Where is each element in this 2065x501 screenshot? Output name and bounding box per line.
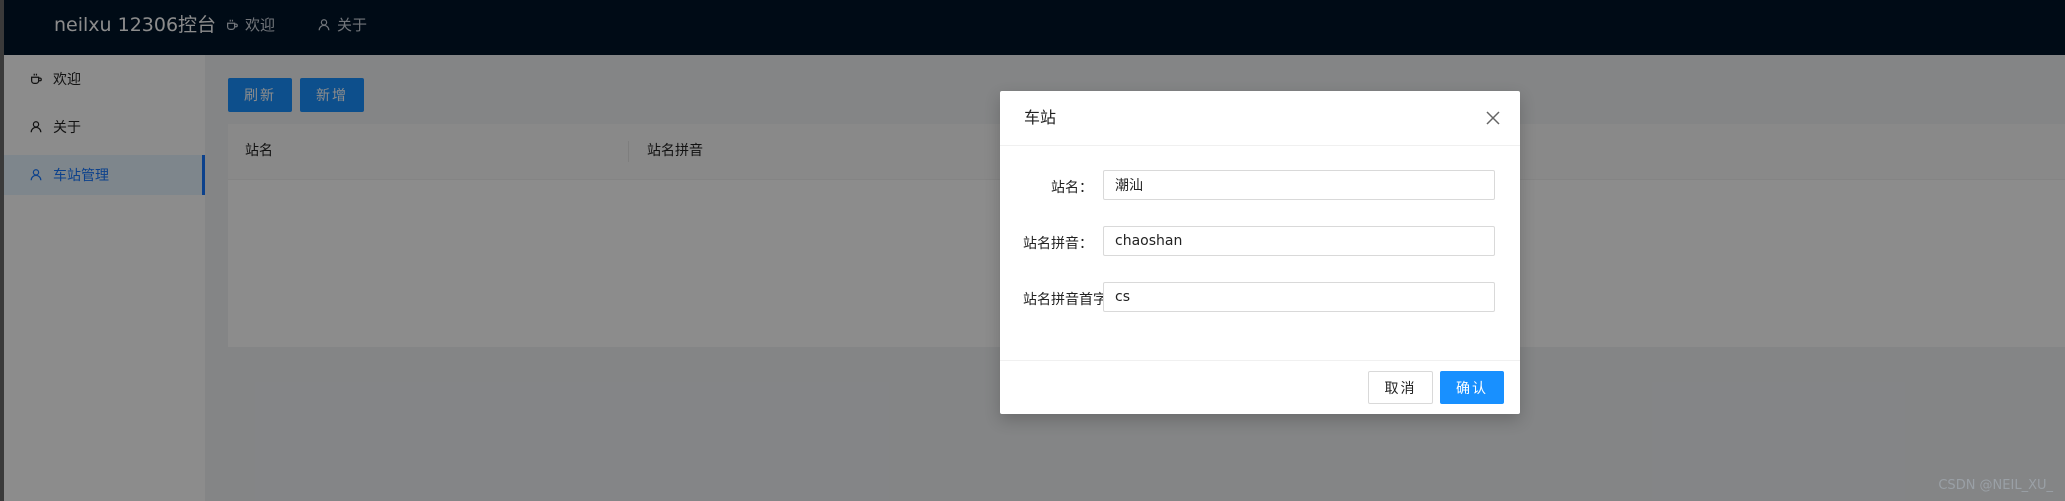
close-icon[interactable] [1484,109,1502,127]
confirm-button[interactable]: 确认 [1440,371,1504,404]
modal-header: 车站 [1000,91,1520,146]
modal-title: 车站 [1024,108,1057,127]
station-pinyin-initials-input[interactable] [1103,282,1495,312]
station-name-label: 站名： [1051,180,1093,196]
station-name-input[interactable] [1103,170,1495,200]
watermark: CSDN @NEIL_XU_ [1938,478,2053,493]
station-pinyin-input[interactable] [1103,226,1495,256]
cancel-button[interactable]: 取消 [1368,371,1433,404]
station-pinyin-initials-label: 站名拼音首字 [1023,292,1103,308]
station-pinyin-label: 站名拼音： [1023,236,1093,252]
station-modal: 车站 站名： 站名拼音： 站名拼音首字 取消 确认 [1000,91,1520,414]
modal-footer: 取消 确认 [1000,360,1520,415]
